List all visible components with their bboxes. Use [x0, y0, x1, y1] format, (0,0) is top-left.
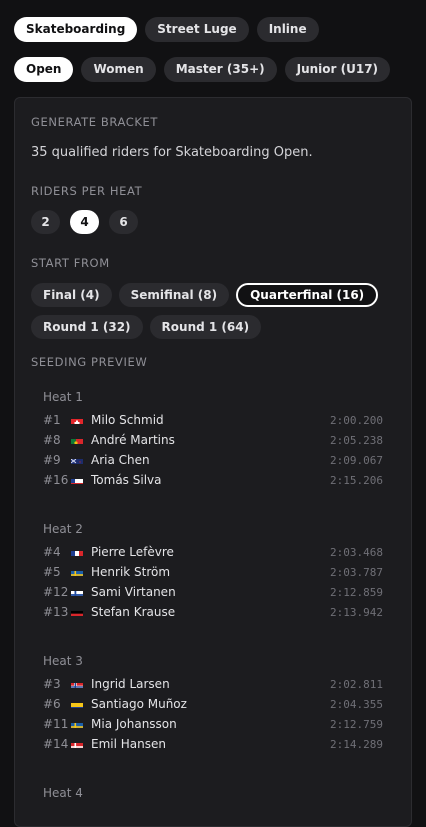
rider-name: Mia Johansson: [91, 717, 330, 731]
sport-chip-street-luge[interactable]: Street Luge: [145, 17, 248, 42]
category-chip-master[interactable]: Master (35+): [164, 57, 277, 82]
start-option-round1-32[interactable]: Round 1 (32): [31, 315, 143, 339]
rider-time: 2:05.238: [330, 434, 383, 447]
seed-number: #13: [43, 605, 71, 619]
riders-option-6[interactable]: 6: [109, 210, 138, 234]
rider-row: #3 Ingrid Larsen 2:02.811: [43, 674, 383, 694]
sport-filter: Skateboarding Street Luge Inline: [14, 17, 319, 42]
rider-name: Ingrid Larsen: [91, 677, 330, 691]
start-option-final[interactable]: Final (4): [31, 283, 112, 307]
rider-name: Santiago Muñoz: [91, 697, 330, 711]
rider-row: #11 Mia Johansson 2:12.759: [43, 714, 383, 734]
finland-flag-icon: [71, 588, 83, 596]
france-flag-icon: [71, 548, 83, 556]
rider-name: Milo Schmid: [91, 413, 330, 427]
rider-name: Henrik Ström: [91, 565, 330, 579]
rider-name: Pierre Lefèvre: [91, 545, 330, 559]
rider-time: 2:12.759: [330, 718, 383, 731]
category-chip-open[interactable]: Open: [14, 57, 73, 82]
category-chip-junior[interactable]: Junior (U17): [285, 57, 390, 82]
portugal-flag-icon: [71, 436, 83, 444]
rider-name: Emil Hansen: [91, 737, 330, 751]
start-from-options-row-2: Round 1 (32) Round 1 (64): [31, 315, 261, 339]
heat-card: Heat 2 #4 Pierre Lefèvre 2:03.468 #5 Hen…: [43, 522, 383, 622]
sport-chip-inline[interactable]: Inline: [257, 17, 319, 42]
seed-number: #4: [43, 545, 71, 559]
seed-number: #6: [43, 697, 71, 711]
heat-title: Heat 1: [43, 390, 383, 410]
rider-row: #5 Henrik Ström 2:03.787: [43, 562, 383, 582]
heat-card: Heat 1 #1 Milo Schmid 2:00.200 #8 André …: [43, 390, 383, 490]
rider-row: #16 Tomás Silva 2:15.206: [43, 470, 383, 490]
rider-time: 2:15.206: [330, 474, 383, 487]
generate-bracket-panel: GENERATE BRACKET 35 qualified riders for…: [14, 97, 412, 827]
denmark-flag-icon: [71, 740, 83, 748]
riders-per-heat-label: RIDERS PER HEAT: [31, 184, 142, 198]
heat-title: Heat 2: [43, 522, 383, 542]
germany-flag-icon: [71, 608, 83, 616]
rider-row: #8 André Martins 2:05.238: [43, 430, 383, 450]
heat-title: Heat 4: [43, 786, 383, 806]
seed-number: #1: [43, 413, 71, 427]
seed-number: #14: [43, 737, 71, 751]
rider-time: 2:13.942: [330, 606, 383, 619]
rider-name: Stefan Krause: [91, 605, 330, 619]
rider-row: #9 Aria Chen 2:09.067: [43, 450, 383, 470]
colombia-flag-icon: [71, 700, 83, 708]
rider-time: 2:14.289: [330, 738, 383, 751]
chile-flag-icon: [71, 476, 83, 484]
rider-name: Tomás Silva: [91, 473, 330, 487]
panel-title: GENERATE BRACKET: [31, 115, 158, 129]
riders-option-4[interactable]: 4: [70, 210, 99, 234]
sport-chip-skateboarding[interactable]: Skateboarding: [14, 17, 137, 42]
rider-time: 2:03.787: [330, 566, 383, 579]
rider-name: André Martins: [91, 433, 330, 447]
heat-title: Heat 3: [43, 654, 383, 674]
seed-number: #11: [43, 717, 71, 731]
rider-time: 2:00.200: [330, 414, 383, 427]
rider-time: 2:04.355: [330, 698, 383, 711]
seed-number: #12: [43, 585, 71, 599]
rider-time: 2:03.468: [330, 546, 383, 559]
seed-number: #3: [43, 677, 71, 691]
rider-row: #12 Sami Virtanen 2:12.859: [43, 582, 383, 602]
norway-flag-icon: [71, 680, 83, 688]
category-filter: Open Women Master (35+) Junior (U17): [14, 57, 390, 82]
start-from-options-row-1: Final (4) Semifinal (8) Quarterfinal (16…: [31, 283, 378, 307]
category-chip-women[interactable]: Women: [81, 57, 155, 82]
start-option-semifinal[interactable]: Semifinal (8): [119, 283, 230, 307]
rider-time: 2:02.811: [330, 678, 383, 691]
start-from-label: START FROM: [31, 256, 110, 270]
new-zealand-flag-icon: [71, 456, 83, 464]
rider-row: #13 Stefan Krause 2:13.942: [43, 602, 383, 622]
sweden-flag-icon: [71, 720, 83, 728]
start-option-round1-64[interactable]: Round 1 (64): [150, 315, 262, 339]
riders-per-heat-options: 2 4 6: [31, 210, 138, 234]
rider-row: #1 Milo Schmid 2:00.200: [43, 410, 383, 430]
seed-number: #8: [43, 433, 71, 447]
panel-description: 35 qualified riders for Skateboarding Op…: [31, 145, 313, 160]
heat-card: Heat 3 #3 Ingrid Larsen 2:02.811 #6 Sant…: [43, 654, 383, 754]
rider-row: #4 Pierre Lefèvre 2:03.468: [43, 542, 383, 562]
seed-number: #9: [43, 453, 71, 467]
rider-name: Aria Chen: [91, 453, 330, 467]
rider-name: Sami Virtanen: [91, 585, 330, 599]
rider-row: #6 Santiago Muñoz 2:04.355: [43, 694, 383, 714]
rider-time: 2:12.859: [330, 586, 383, 599]
start-option-quarterfinal[interactable]: Quarterfinal (16): [236, 283, 378, 307]
seeding-preview-label: SEEDING PREVIEW: [31, 355, 147, 369]
seed-number: #16: [43, 473, 71, 487]
heat-card: Heat 4: [43, 786, 383, 806]
seed-number: #5: [43, 565, 71, 579]
sweden-flag-icon: [71, 568, 83, 576]
switzerland-flag-icon: [71, 416, 83, 424]
rider-time: 2:09.067: [330, 454, 383, 467]
riders-option-2[interactable]: 2: [31, 210, 60, 234]
rider-row: #14 Emil Hansen 2:14.289: [43, 734, 383, 754]
